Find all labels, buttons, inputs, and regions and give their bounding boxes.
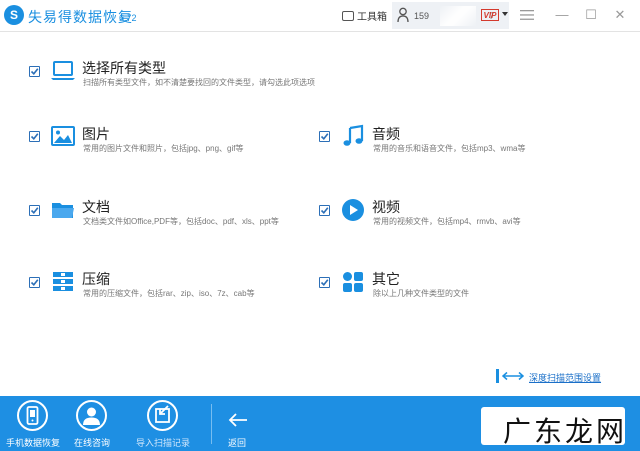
import-scan-record-label: 导入扫描记录 <box>135 438 190 448</box>
option-title: 音频 <box>372 126 400 142</box>
import-scan-record-button[interactable]: 导入扫描记录 <box>130 396 196 451</box>
start-scan-button[interactable]: 广东龙网 <box>481 407 625 448</box>
checkbox-image[interactable] <box>29 131 40 142</box>
online-support-label: 在线咨询 <box>73 438 110 448</box>
option-desc: 除以上几种文件类型的文件 <box>373 289 469 298</box>
option-desc: 常用的视频文件，包括mp4、rmvb、avi等 <box>373 217 521 226</box>
deep-scan-marker <box>496 369 499 383</box>
folder-icon <box>52 203 74 218</box>
import-icon <box>147 400 178 431</box>
menu-icon[interactable] <box>518 6 536 24</box>
play-icon <box>342 199 364 221</box>
option-title: 视频 <box>372 199 400 215</box>
close-button[interactable]: ✕ <box>611 6 629 24</box>
archive-icon <box>53 272 73 291</box>
phone-recovery-label: 手机数据恢复 <box>5 438 60 448</box>
toolbox-icon <box>342 11 354 21</box>
laptop-icon <box>51 61 75 80</box>
deep-scan-label: 深度扫描范围设置 <box>529 373 602 383</box>
support-person-icon <box>76 400 107 431</box>
option-desc: 文档类文件如Office,PDF等，包括doc、pdf、xls、ppt等 <box>83 217 279 226</box>
option-desc: 常用的压缩文件，包括rar、zip、iso、7z、cab等 <box>83 289 255 298</box>
checkbox-video[interactable] <box>319 205 330 216</box>
option-title: 其它 <box>372 271 400 287</box>
music-note-icon <box>343 124 364 146</box>
checkbox-archive[interactable] <box>29 277 40 288</box>
back-button[interactable]: 返回 <box>222 396 252 451</box>
checkbox-document[interactable] <box>29 205 40 216</box>
username-text: 159 <box>414 11 430 21</box>
option-title: 压缩 <box>82 271 110 287</box>
phone-recovery-button[interactable]: 手机数据恢复 <box>0 396 66 451</box>
user-icon <box>397 7 409 23</box>
title-bar: S 失易得数据恢复 6.72 工具箱 159 7 VIP — ☐ ✕ <box>0 0 640 32</box>
toolbox-label: 工具箱 <box>357 12 387 23</box>
bottom-divider <box>211 404 212 444</box>
option-title: 文档 <box>82 199 110 215</box>
app-logo: S <box>4 5 24 25</box>
double-arrow-icon <box>502 371 524 381</box>
grid-icon <box>343 272 363 292</box>
toolbox-button[interactable]: 工具箱 <box>342 8 387 23</box>
checkbox-other[interactable] <box>319 277 330 288</box>
option-title: 选择所有类型 <box>82 60 166 76</box>
maximize-button[interactable]: ☐ <box>582 6 600 24</box>
picture-icon <box>51 126 75 146</box>
arrow-left-icon <box>228 413 247 427</box>
app-version: 6.72 <box>119 13 137 23</box>
phone-icon <box>17 400 48 431</box>
start-scan-label: 广东龙网 <box>503 415 628 448</box>
option-desc: 常用的图片文件和照片，包括jpg、png、gif等 <box>83 144 244 153</box>
checkbox-audio[interactable] <box>319 131 330 142</box>
online-support-button[interactable]: 在线咨询 <box>59 396 125 451</box>
option-desc: 常用的音乐和语音文件，包括mp3、wma等 <box>373 144 526 153</box>
minimize-button[interactable]: — <box>553 6 571 24</box>
back-label: 返回 <box>227 438 246 448</box>
vip-badge[interactable]: VIP <box>481 9 499 21</box>
option-title: 图片 <box>82 126 110 142</box>
username-redaction <box>440 6 476 26</box>
option-desc: 扫描所有类型文件，如不清楚要找回的文件类型，请勾选此项选项 <box>83 78 315 87</box>
app-title: 失易得数据恢复 <box>28 9 133 25</box>
checkbox-all[interactable] <box>29 66 40 77</box>
chevron-down-icon[interactable] <box>502 12 508 16</box>
